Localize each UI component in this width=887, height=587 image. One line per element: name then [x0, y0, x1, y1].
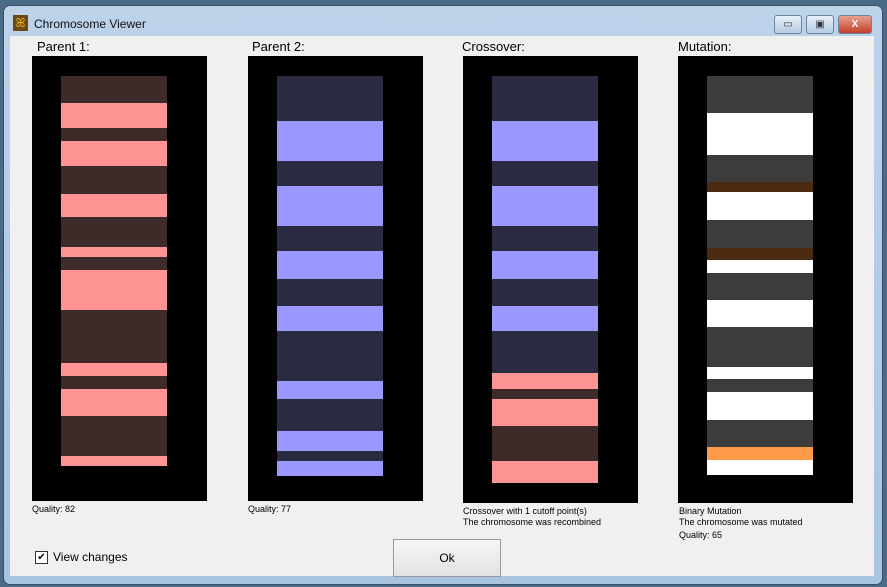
gene-band [61, 389, 167, 416]
minimize-button[interactable]: ▭ [774, 15, 802, 34]
gene-band [61, 247, 167, 257]
gene-band [707, 260, 813, 273]
mutation-info: Binary Mutation The chromosome was mutat… [679, 506, 803, 541]
gene-band [492, 331, 598, 373]
gene-band [492, 186, 598, 226]
gene-band [707, 460, 813, 475]
gene-band [707, 192, 813, 220]
chromosome-stack [707, 76, 813, 475]
gene-band [277, 279, 383, 306]
gene-band [277, 161, 383, 186]
gene-band [277, 251, 383, 279]
crossover-line-2: The chromosome was recombined [463, 517, 602, 527]
gene-band [492, 279, 598, 306]
gene-band [277, 186, 383, 226]
chromosome-stack [61, 76, 167, 466]
gene-band [277, 461, 383, 476]
gene-band [707, 155, 813, 182]
view-changes-checkbox[interactable]: ✔ [35, 551, 48, 564]
gene-band [61, 416, 167, 456]
gene-band [707, 367, 813, 379]
gene-band [277, 306, 383, 331]
gene-band [277, 399, 383, 431]
parent1-quality: Quality: 82 [32, 504, 76, 514]
window-title: Chromosome Viewer [34, 17, 146, 31]
gene-band [492, 306, 598, 331]
gene-band [277, 121, 383, 161]
gene-band [707, 327, 813, 367]
gene-band [277, 76, 383, 121]
gene-band [707, 182, 813, 192]
gene-band [707, 248, 813, 260]
gene-band [492, 373, 598, 389]
chromosome-viewer-window: ꕤ Chromosome Viewer ▭ ▣ X Parent 1: Pare… [3, 5, 883, 585]
close-button[interactable]: X [838, 15, 872, 34]
gene-band [492, 389, 598, 399]
gene-band [61, 363, 167, 376]
gene-band [61, 376, 167, 389]
gene-band [707, 379, 813, 392]
parent2-quality: Quality: 77 [248, 504, 292, 514]
gene-band [492, 76, 598, 121]
gene-band [707, 220, 813, 248]
title-bar: ꕤ Chromosome Viewer ▭ ▣ X [4, 6, 882, 36]
ok-button[interactable]: Ok [393, 539, 501, 577]
gene-band [277, 226, 383, 251]
gene-band [707, 273, 813, 300]
parent2-label: Parent 2: [252, 39, 305, 54]
gene-band [492, 399, 598, 426]
mutation-line-2: The chromosome was mutated [679, 517, 803, 527]
chromosome-stack [277, 76, 383, 476]
gene-band [277, 331, 383, 381]
gene-band [707, 420, 813, 447]
parent1-chromosome-view [32, 56, 207, 501]
gene-band [61, 310, 167, 363]
mutation-chromosome-view [678, 56, 853, 503]
parent1-label: Parent 1: [37, 39, 90, 54]
gene-band [61, 217, 167, 247]
maximize-button[interactable]: ▣ [806, 15, 834, 34]
crossover-line-1: Crossover with 1 cutoff point(s) [463, 506, 587, 516]
gene-band [61, 166, 167, 194]
gene-band [277, 381, 383, 399]
view-changes-label[interactable]: View changes [53, 550, 128, 564]
crossover-info: Crossover with 1 cutoff point(s) The chr… [463, 506, 601, 528]
chromosome-stack [492, 76, 598, 483]
gene-band [492, 226, 598, 251]
mutation-quality: Quality: 65 [679, 530, 723, 540]
gene-band [707, 113, 813, 155]
mutation-label: Mutation: [678, 39, 732, 54]
gene-band [61, 141, 167, 166]
gene-band [492, 461, 598, 483]
mutation-line-1: Binary Mutation [679, 506, 742, 516]
gene-band [707, 392, 813, 420]
gene-band [61, 103, 167, 128]
gene-band [61, 270, 167, 310]
gene-band [277, 451, 383, 461]
gene-band [492, 161, 598, 186]
gene-band [492, 251, 598, 279]
gene-band [277, 431, 383, 451]
gene-band [61, 128, 167, 141]
gene-band [707, 76, 813, 113]
gene-band [707, 300, 813, 327]
crossover-label: Crossover: [462, 39, 525, 54]
crossover-chromosome-view [463, 56, 638, 503]
gene-band [492, 426, 598, 461]
gene-band [61, 194, 167, 217]
gene-band [61, 76, 167, 103]
parent2-chromosome-view [248, 56, 423, 501]
gene-band [61, 456, 167, 466]
gene-band [707, 447, 813, 460]
gene-band [61, 257, 167, 270]
gene-band [492, 121, 598, 161]
client-area: Parent 1: Parent 2: Crossover: Mutation:… [10, 36, 874, 577]
app-icon: ꕤ [13, 15, 28, 31]
